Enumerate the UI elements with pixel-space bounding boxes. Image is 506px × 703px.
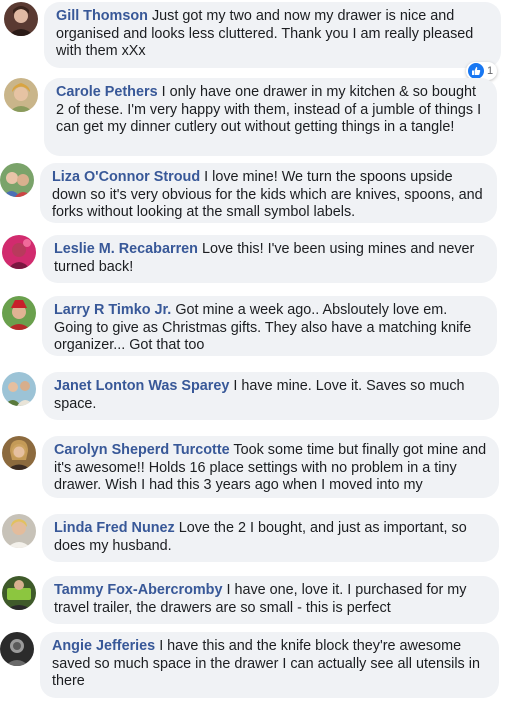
avatar-photo-icon	[2, 372, 36, 406]
comment-bubble: Leslie M. Recabarren Love this! I've bee…	[42, 235, 497, 283]
avatar[interactable]	[0, 632, 34, 666]
comment-author[interactable]: Gill Thomson	[56, 8, 148, 24]
avatar[interactable]	[2, 372, 36, 406]
comment-bubble: Carolyn Sheperd Turcotte Took some time …	[42, 436, 499, 498]
avatar-photo-icon	[2, 296, 36, 330]
comment-bubble: Janet Lonton Was Sparey I have mine. Lov…	[42, 372, 499, 420]
avatar-photo-icon	[4, 2, 38, 36]
avatar-photo-icon	[4, 78, 38, 112]
comment-author[interactable]: Tammy Fox-Abercromby	[54, 582, 222, 598]
comment-author[interactable]: Leslie M. Recabarren	[54, 241, 198, 257]
avatar[interactable]	[2, 576, 36, 610]
avatar-photo-icon	[2, 576, 36, 610]
avatar[interactable]	[2, 235, 36, 269]
comment-bubble: Angie Jefferies I have this and the knif…	[40, 632, 499, 698]
avatar-photo-icon	[2, 436, 36, 470]
avatar-photo-icon	[2, 235, 36, 269]
avatar[interactable]	[4, 2, 38, 36]
comment-bubble: Liza O'Connor Stroud I love mine! We tur…	[40, 163, 497, 223]
comment-author[interactable]: Liza O'Connor Stroud	[52, 169, 200, 185]
comment-bubble: Larry R Timko Jr. Got mine a week ago.. …	[42, 296, 497, 356]
avatar[interactable]	[2, 436, 36, 470]
avatar[interactable]	[2, 296, 36, 330]
comment-bubble: Tammy Fox-Abercromby I have one, love it…	[42, 576, 499, 624]
avatar[interactable]	[2, 514, 36, 548]
avatar[interactable]	[4, 78, 38, 112]
avatar-photo-icon	[0, 163, 34, 197]
avatar[interactable]	[0, 163, 34, 197]
comment-bubble: Gill Thomson Just got my two and now my …	[44, 2, 501, 68]
comment-bubble: Linda Fred Nunez Love the 2 I bought, an…	[42, 514, 499, 562]
like-icon	[468, 63, 484, 79]
comment-author[interactable]: Janet Lonton Was Sparey	[54, 378, 229, 394]
avatar-photo-icon	[0, 632, 34, 666]
comment-author[interactable]: Larry R Timko Jr.	[54, 302, 171, 318]
comment-author[interactable]: Angie Jefferies	[52, 638, 155, 654]
comment-author[interactable]: Carolyn Sheperd Turcotte	[54, 442, 230, 458]
comment-author[interactable]: Linda Fred Nunez	[54, 520, 175, 536]
reaction-count: 1	[487, 65, 494, 77]
comment-bubble: Carole Pethers I only have one drawer in…	[44, 78, 497, 156]
avatar-photo-icon	[2, 514, 36, 548]
comment-author[interactable]: Carole Pethers	[56, 84, 158, 100]
